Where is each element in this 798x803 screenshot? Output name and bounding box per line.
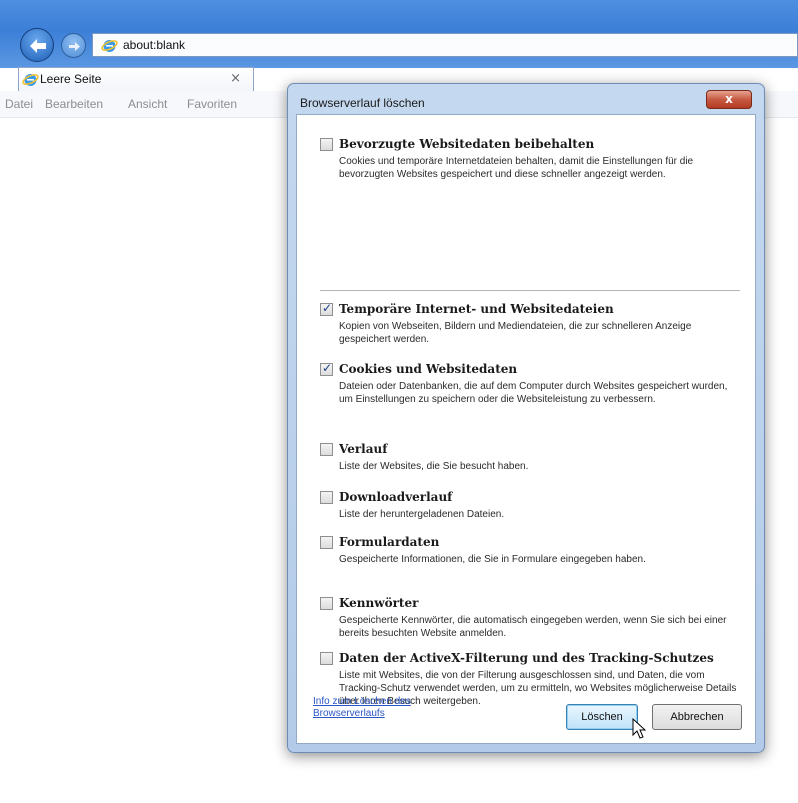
checkbox-temporary-files[interactable]: ✓ — [320, 301, 333, 316]
checkbox-preserve-favorites[interactable] — [320, 138, 333, 151]
tab-leere-seite[interactable]: Leere Seite × — [18, 67, 254, 91]
back-arrow-icon — [30, 39, 46, 53]
cancel-button[interactable]: Abbrechen — [652, 704, 742, 730]
dialog-close-button[interactable]: x — [706, 90, 752, 109]
option-title: Verlauf — [339, 442, 388, 456]
delete-history-dialog: Browserverlauf löschen x Bevorzugte Webs… — [287, 83, 765, 753]
tab-label: Leere Seite — [40, 72, 102, 86]
option-description: Gespeicherte Kennwörter, die automatisch… — [339, 615, 727, 639]
checkbox-form-data[interactable] — [320, 536, 333, 549]
back-button[interactable] — [20, 28, 54, 62]
delete-button[interactable]: Löschen — [566, 704, 638, 730]
menu-ansicht[interactable]: Ansicht — [128, 97, 167, 111]
menu-bearbeiten[interactable]: Bearbeiten — [45, 97, 103, 111]
checkbox-passwords[interactable] — [320, 597, 333, 610]
option-title: Daten der ActiveX-Filterung und des Trac… — [339, 651, 714, 665]
option-title: Cookies und Websitedaten — [339, 362, 518, 376]
option-description: Liste der Websites, die Sie besucht habe… — [339, 461, 529, 472]
divider — [320, 290, 740, 291]
ie-logo-icon — [22, 74, 39, 86]
forward-arrow-icon — [69, 42, 80, 51]
option-description: Cookies und temporäre Internetdateien be… — [339, 156, 694, 180]
option-description: Kopien von Webseiten, Bildern und Medien… — [339, 321, 692, 345]
checkbox-activex-tracking[interactable] — [320, 652, 333, 665]
option-description: Gespeicherte Informationen, die Sie in F… — [339, 554, 646, 565]
menu-favoriten[interactable]: Favoriten — [187, 97, 237, 111]
option-description: Dateien oder Datenbanken, die auf dem Co… — [339, 381, 728, 405]
close-icon: x — [725, 92, 733, 106]
option-title: Bevorzugte Websitedaten beibehalten — [339, 137, 595, 151]
option-title: Temporäre Internet- und Websitedateien — [339, 302, 614, 316]
checkbox-cookies[interactable]: ✓ — [320, 361, 333, 376]
tab-close-button[interactable]: × — [230, 71, 241, 86]
option-description: Liste der heruntergeladenen Dateien. — [339, 509, 505, 520]
dialog-body: Bevorzugte Websitedaten beibehalten Cook… — [296, 114, 756, 744]
address-text: about:blank — [123, 38, 186, 52]
mouse-cursor-icon — [632, 718, 646, 739]
option-title: Downloadverlauf — [339, 490, 453, 504]
forward-button[interactable] — [61, 33, 86, 58]
checkbox-download-history[interactable] — [320, 491, 333, 504]
checkmark-icon: ✓ — [322, 361, 333, 375]
address-bar[interactable]: about:blank — [92, 33, 798, 57]
ie-logo-icon — [101, 40, 118, 52]
checkmark-icon: ✓ — [322, 301, 333, 315]
menu-datei[interactable]: Datei — [5, 97, 33, 111]
option-title: Kennwörter — [339, 596, 419, 610]
info-link[interactable]: Info zum Löschen des Browserverlaufs — [313, 696, 463, 720]
browser-titlebar: about:blank — [0, 0, 798, 68]
dialog-title: Browserverlauf löschen — [300, 96, 425, 110]
option-title: Formulardaten — [339, 535, 440, 549]
checkbox-history[interactable] — [320, 443, 333, 456]
